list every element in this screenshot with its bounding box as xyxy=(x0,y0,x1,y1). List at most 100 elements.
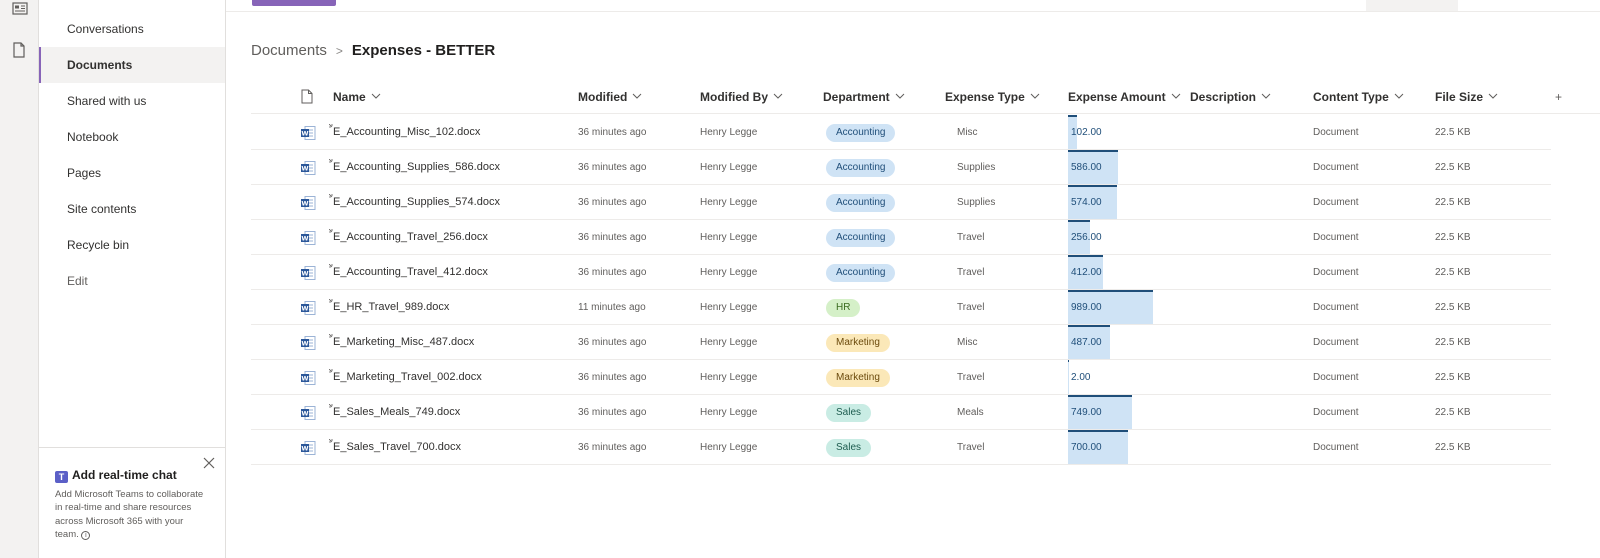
file-size-cell: 22.5 KB xyxy=(1435,197,1471,208)
file-name-link[interactable]: E_Sales_Travel_700.docx xyxy=(333,430,461,465)
modified-cell: 36 minutes ago xyxy=(578,162,647,173)
column-header-expense-type-label: Expense Type xyxy=(945,90,1025,104)
department-badge: Accounting xyxy=(826,264,896,282)
expense-type-cell: Travel xyxy=(957,232,985,243)
column-header-modified-label: Modified xyxy=(578,90,628,104)
table-row[interactable]: W E_Sales_Meals_749.docx 36 minutes ago Hen… xyxy=(251,395,1551,430)
content-type-cell: Document xyxy=(1313,407,1359,418)
modified-by-cell[interactable]: Henry Legge xyxy=(700,360,757,395)
table-row[interactable]: W E_Accounting_Misc_102.docx 36 minutes ag… xyxy=(251,115,1551,150)
file-name-link[interactable]: E_HR_Travel_989.docx xyxy=(333,290,449,325)
content-type-cell: Document xyxy=(1313,232,1359,243)
table-row[interactable]: W E_HR_Travel_989.docx 11 minutes ago Henry… xyxy=(251,290,1551,325)
content-type-cell: Document xyxy=(1313,372,1359,383)
chevron-down-icon xyxy=(1394,93,1404,101)
nav-item-edit[interactable]: Edit xyxy=(39,263,225,299)
new-button[interactable] xyxy=(252,0,336,6)
modified-by-cell[interactable]: Henry Legge xyxy=(700,220,757,255)
word-document-icon: W xyxy=(300,405,316,421)
expense-amount-value: 2.00 xyxy=(1071,372,1091,383)
command-bar-button[interactable] xyxy=(1366,0,1458,11)
modified-by-cell[interactable]: Henry Legge xyxy=(700,430,757,465)
nav-item-site-contents[interactable]: Site contents xyxy=(39,191,225,227)
file-size-cell: 22.5 KB xyxy=(1435,372,1471,383)
nav-item-conversations[interactable]: Conversations xyxy=(39,11,225,47)
expense-amount-cell: 574.00 xyxy=(1068,185,1188,220)
modified-cell: 36 minutes ago xyxy=(578,407,647,418)
modified-by-cell[interactable]: Henry Legge xyxy=(700,185,757,220)
column-header-modified[interactable]: Modified xyxy=(578,80,642,114)
column-header-file-size[interactable]: File Size xyxy=(1435,80,1498,114)
column-header-expense-amount-label: Expense Amount xyxy=(1068,90,1166,104)
news-icon[interactable] xyxy=(12,2,28,18)
column-header-modified-by-label: Modified By xyxy=(700,90,768,104)
file-name-link[interactable]: E_Sales_Meals_749.docx xyxy=(333,395,460,430)
table-row[interactable]: W E_Accounting_Supplies_574.docx 36 minute… xyxy=(251,185,1551,220)
nav-item-notebook[interactable]: Notebook xyxy=(39,119,225,155)
table-row[interactable]: W E_Accounting_Travel_256.docx 36 minutes … xyxy=(251,220,1551,255)
content-type-cell: Document xyxy=(1313,442,1359,453)
svg-text:W: W xyxy=(301,235,308,243)
column-header-department[interactable]: Department xyxy=(823,80,905,114)
expense-amount-cell: 700.00 xyxy=(1068,430,1188,465)
modified-by-cell[interactable]: Henry Legge xyxy=(700,150,757,185)
expense-amount-cell: 412.00 xyxy=(1068,255,1188,290)
file-name-link[interactable]: E_Accounting_Misc_102.docx xyxy=(333,115,480,150)
breadcrumb-current: Expenses - BETTER xyxy=(351,42,496,59)
modified-by-cell[interactable]: Henry Legge xyxy=(700,325,757,360)
table-row[interactable]: W E_Sales_Travel_700.docx 36 minutes ago He… xyxy=(251,430,1551,465)
word-document-icon: W xyxy=(300,370,316,386)
word-document-icon: W xyxy=(300,440,316,456)
file-name-link[interactable]: E_Accounting_Travel_256.docx xyxy=(333,220,488,255)
column-header-expense-type[interactable]: Expense Type xyxy=(945,80,1040,114)
content-type-cell: Document xyxy=(1313,337,1359,348)
nav-item-shared-with-us[interactable]: Shared with us xyxy=(39,83,225,119)
file-name-link[interactable]: E_Marketing_Misc_487.docx xyxy=(333,325,474,360)
nav-item-documents[interactable]: Documents xyxy=(39,47,225,83)
column-header-expense-amount[interactable]: Expense Amount xyxy=(1068,80,1181,114)
nav-item-pages[interactable]: Pages xyxy=(39,155,225,191)
file-name-link[interactable]: E_Accounting_Supplies_586.docx xyxy=(333,150,500,185)
column-header-name[interactable]: Name xyxy=(333,80,381,114)
file-icon[interactable] xyxy=(12,42,28,58)
expense-amount-cell: 586.00 xyxy=(1068,150,1188,185)
chevron-down-icon xyxy=(1261,93,1271,101)
close-icon[interactable] xyxy=(203,456,217,470)
modified-by-cell[interactable]: Henry Legge xyxy=(700,255,757,290)
department-badge: Accounting xyxy=(826,159,896,177)
file-name-link[interactable]: E_Accounting_Travel_412.docx xyxy=(333,255,488,290)
table-row[interactable]: W E_Accounting_Travel_412.docx 36 minutes … xyxy=(251,255,1551,290)
add-column-button[interactable]: + xyxy=(1555,80,1562,114)
department-badge: Marketing xyxy=(826,334,890,352)
breadcrumb-documents[interactable]: Documents xyxy=(251,42,327,59)
table-row[interactable]: W E_Marketing_Travel_002.docx 36 minutes a… xyxy=(251,360,1551,395)
svg-text:W: W xyxy=(301,340,308,348)
file-size-cell: 22.5 KB xyxy=(1435,302,1471,313)
list-header: Name Modified Modified By Department Exp… xyxy=(251,80,1600,114)
modified-by-cell[interactable]: Henry Legge xyxy=(700,115,757,150)
file-type-icon[interactable] xyxy=(301,89,313,109)
chevron-down-icon xyxy=(371,93,381,101)
content-type-cell: Document xyxy=(1313,197,1359,208)
table-row[interactable]: W E_Accounting_Supplies_586.docx 36 minute… xyxy=(251,150,1551,185)
nav-item-recycle-bin[interactable]: Recycle bin xyxy=(39,227,225,263)
department-badge: Sales xyxy=(826,404,872,422)
modified-cell: 36 minutes ago xyxy=(578,127,647,138)
table-row[interactable]: W E_Marketing_Misc_487.docx 36 minutes ago… xyxy=(251,325,1551,360)
column-header-modified-by[interactable]: Modified By xyxy=(700,80,783,114)
column-header-description[interactable]: Description xyxy=(1190,80,1271,114)
modified-by-cell[interactable]: Henry Legge xyxy=(700,395,757,430)
chat-card-title: T Add real-time chat xyxy=(55,468,177,483)
info-icon[interactable]: i xyxy=(81,530,91,540)
expense-type-cell: Meals xyxy=(957,407,984,418)
expense-amount-cell: 102.00 xyxy=(1068,115,1188,150)
column-header-content-type[interactable]: Content Type xyxy=(1313,80,1404,114)
word-document-icon: W xyxy=(300,125,316,141)
file-size-cell: 22.5 KB xyxy=(1435,442,1471,453)
file-name-link[interactable]: E_Marketing_Travel_002.docx xyxy=(333,360,482,395)
expense-type-cell: Travel xyxy=(957,442,985,453)
modified-by-cell[interactable]: Henry Legge xyxy=(700,290,757,325)
column-header-description-label: Description xyxy=(1190,90,1257,104)
department-badge: Accounting xyxy=(826,229,896,247)
file-name-link[interactable]: E_Accounting_Supplies_574.docx xyxy=(333,185,500,220)
